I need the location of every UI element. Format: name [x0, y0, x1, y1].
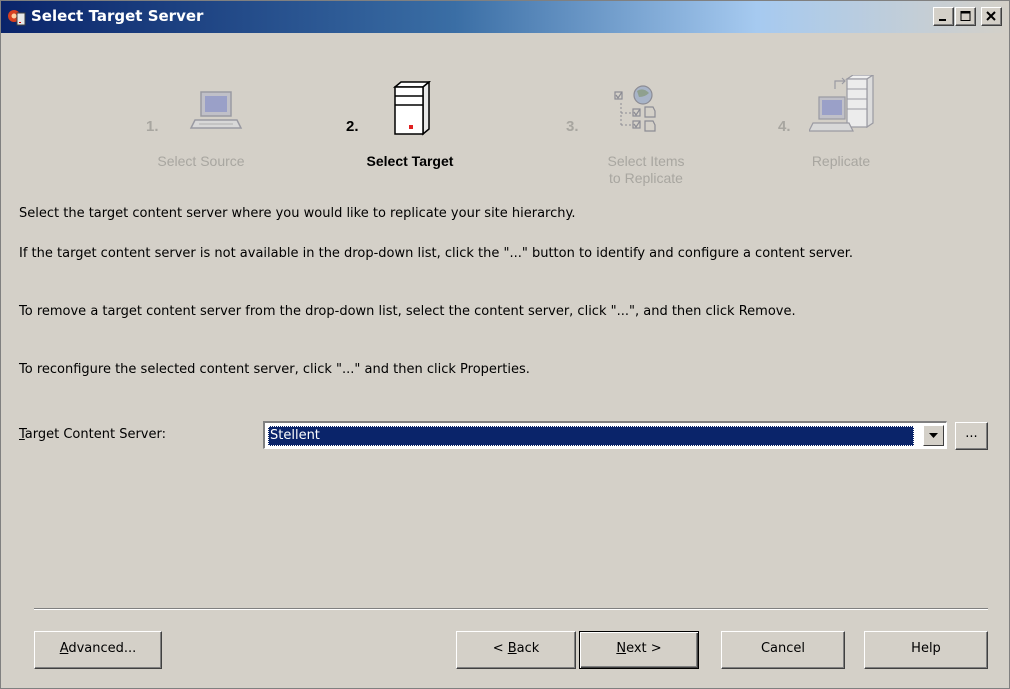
- step-3-label-line-1: Select Items: [607, 153, 685, 169]
- computer-icon: [189, 91, 243, 129]
- server-icon: [392, 81, 432, 136]
- close-button[interactable]: [981, 7, 1002, 26]
- cancel-button[interactable]: Cancel: [721, 631, 845, 669]
- back-mnemonic: B: [507, 641, 517, 656]
- instruction-select-target: Select the target content server where y…: [19, 206, 576, 221]
- step-1-number: 1.: [146, 118, 159, 135]
- maximize-icon: [960, 11, 971, 21]
- step-3-label-line-2: to Replicate: [609, 170, 683, 186]
- step-1-label: Select Source: [157, 153, 245, 169]
- chevron-down-icon: [929, 433, 938, 438]
- advanced-button[interactable]: Advanced...: [34, 631, 162, 669]
- target-label-text: arget Content Server:: [24, 427, 166, 442]
- step-2-label: Select Target: [366, 153, 454, 169]
- title-bar[interactable]: Select Target Server: [1, 1, 1009, 33]
- select-target-server-dialog: Select Target Server 1. Select Source 2.: [0, 0, 1010, 689]
- minimize-icon: [939, 19, 946, 21]
- instruction-reconfigure: To reconfigure the selected content serv…: [19, 362, 530, 377]
- instruction-not-available: If the target content server is not avai…: [19, 246, 854, 261]
- dropdown-arrow-button[interactable]: [923, 425, 944, 446]
- close-icon: [986, 11, 996, 21]
- back-text: ack: [516, 641, 540, 656]
- help-button[interactable]: Help: [864, 631, 988, 669]
- computer-server-replicate-icon: [809, 75, 875, 132]
- back-prefix: <: [492, 641, 508, 656]
- maximize-button[interactable]: [955, 7, 976, 26]
- target-content-server-dropdown[interactable]: Stellent: [263, 421, 947, 449]
- app-icon: [8, 10, 26, 26]
- tree-checklist-icon: [614, 85, 656, 132]
- target-content-server-label: Target Content Server:: [19, 427, 166, 442]
- next-button[interactable]: Next >: [579, 631, 699, 669]
- step-2-number: 2.: [346, 118, 359, 135]
- instruction-remove: To remove a target content server from t…: [19, 304, 796, 319]
- next-text: ext >: [626, 641, 662, 656]
- step-4-label: Replicate: [811, 153, 871, 169]
- back-button[interactable]: < Back: [456, 631, 576, 669]
- window-title: Select Target Server: [31, 7, 204, 25]
- separator: [34, 608, 988, 610]
- advanced-text: dvanced...: [68, 641, 137, 656]
- step-4-number: 4.: [778, 118, 791, 135]
- target-content-server-value: Stellent: [268, 426, 914, 446]
- next-mnemonic: N: [616, 641, 627, 656]
- browse-servers-button[interactable]: ...: [955, 422, 988, 450]
- minimize-button[interactable]: [933, 7, 954, 26]
- step-3-number: 3.: [566, 118, 579, 135]
